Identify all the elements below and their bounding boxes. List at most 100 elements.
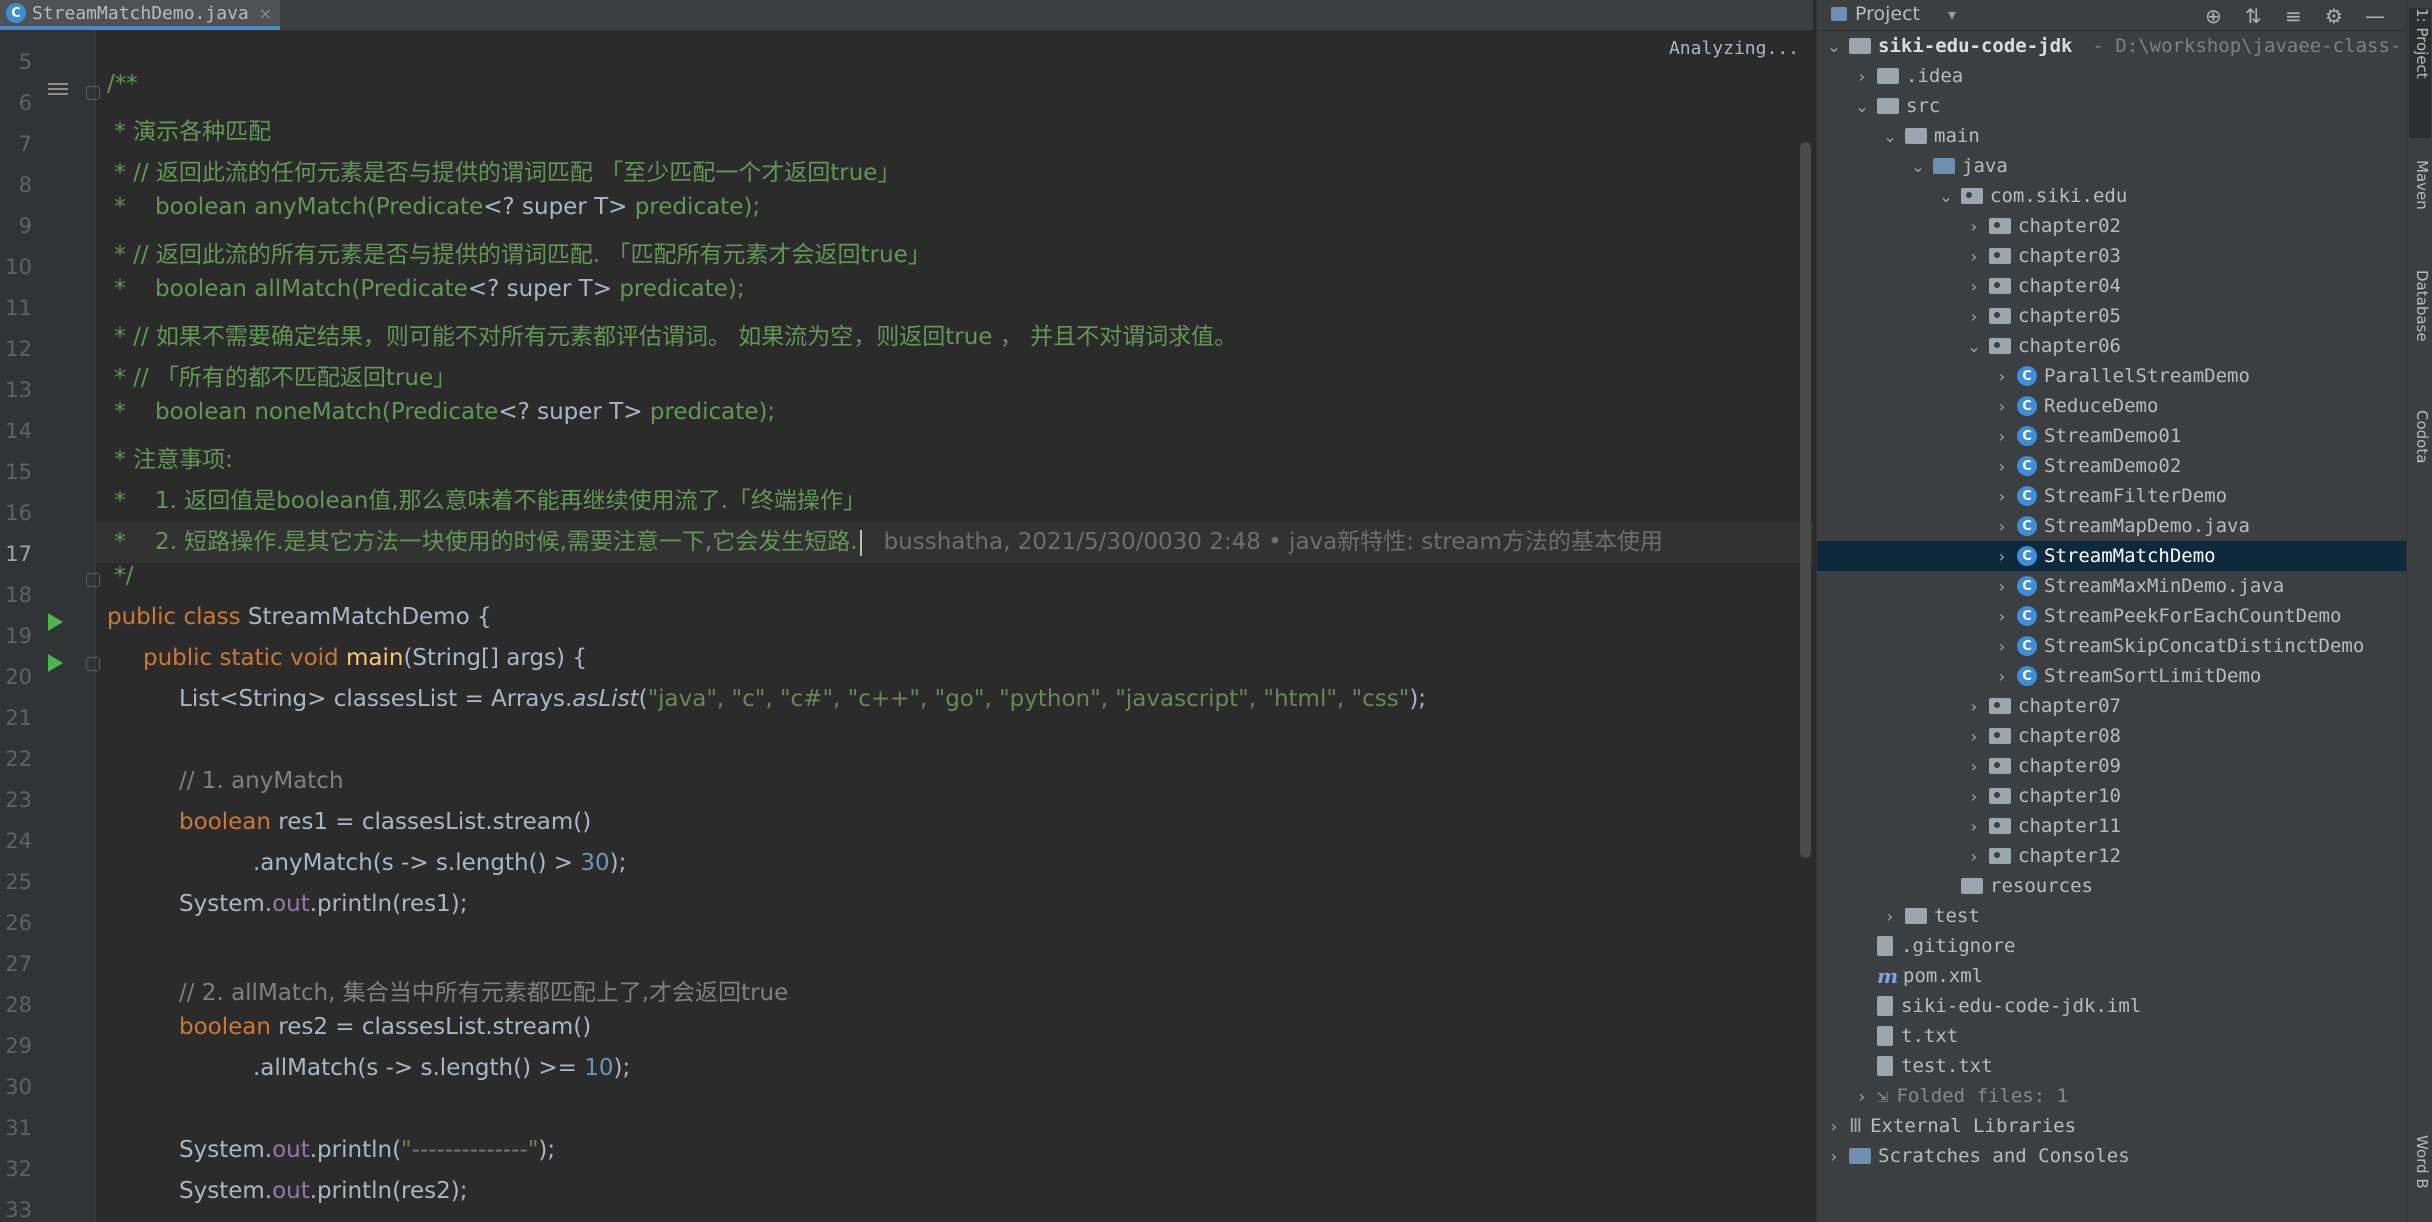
java-class-icon: C <box>2017 636 2037 656</box>
code-token: res1 = classesList.stream() <box>270 809 592 835</box>
tree-node-class[interactable]: › C StreamDemo02 <box>1993 451 2181 481</box>
chevron-right-icon: › <box>1830 1116 1838 1136</box>
tree-node-gitignore[interactable]: .gitignore <box>1853 931 2015 961</box>
expand-all-icon[interactable]: ⇅ <box>2245 4 2262 28</box>
code-token: ( <box>638 686 648 712</box>
file-icon <box>1877 996 1893 1016</box>
tree-node-scratches[interactable]: › Scratches and Consoles <box>1825 1141 2130 1171</box>
tool-tab-project[interactable]: 1: Project <box>2409 8 2431 138</box>
tree-node-pom[interactable]: m pom.xml <box>1853 961 1983 991</box>
tree-node-class[interactable]: › C StreamPeekForEachCountDemo <box>1993 601 2342 631</box>
tree-node-chapter[interactable]: ⌄ chapter06 <box>1965 331 2121 361</box>
tree-node-class[interactable]: › C StreamDemo01 <box>1993 421 2181 451</box>
tree-label: pom.xml <box>1903 965 1984 987</box>
tree-node-class[interactable]: › C StreamSkipConcatDistinctDemo <box>1993 631 2365 661</box>
tree-node-chapter[interactable]: › chapter09 <box>1965 751 2121 781</box>
chevron-right-icon: › <box>1970 756 1978 776</box>
code-token: (String[] args) { <box>403 645 587 671</box>
tree-node-chapter[interactable]: › chapter11 <box>1965 811 2121 841</box>
file-icon <box>1877 936 1893 956</box>
close-tab-icon[interactable]: × <box>259 4 272 23</box>
code-line: System.out.println(res2); <box>179 1178 467 1219</box>
tree-node-test[interactable]: › test <box>1881 901 1980 931</box>
tree-label: ReduceDemo <box>2044 395 2159 417</box>
project-view-selector[interactable]: Project ▾ <box>1831 3 1956 25</box>
tree-node-chapter[interactable]: › chapter02 <box>1965 211 2121 241</box>
tree-node-resources[interactable]: resources <box>1937 871 2093 901</box>
text-caret <box>859 529 862 556</box>
tree-node-class[interactable]: › C StreamFilterDemo <box>1993 481 2227 511</box>
tree-node-t-txt[interactable]: t.txt <box>1853 1021 1958 1051</box>
code-line: // 2. allMatch, 集合当中所有元素都匹配上了,才会返回true <box>179 980 789 1006</box>
tree-node-chapter[interactable]: › chapter03 <box>1965 241 2121 271</box>
code-token: boolean <box>179 1014 271 1040</box>
minimize-icon[interactable]: — <box>2365 4 2385 28</box>
chevron-right-icon: › <box>1830 1146 1838 1166</box>
chevron-right-icon: › <box>1998 366 2006 386</box>
tool-tab-word[interactable]: Word B <box>2409 1135 2431 1215</box>
tool-tab-maven[interactable]: Maven <box>2409 160 2431 240</box>
code-token: .println(res1); <box>309 891 468 917</box>
tree-node-iml[interactable]: siki-edu-code-jdk.iml <box>1853 991 2141 1021</box>
text-file-icon <box>1877 1056 1893 1076</box>
code-line: */ <box>107 563 134 589</box>
tool-tab-codota[interactable]: Codota <box>2409 410 2431 500</box>
tree-node-chapter[interactable]: › chapter08 <box>1965 721 2121 751</box>
tree-node-folded[interactable]: › ⇲ Folded files: 1 <box>1853 1081 2068 1111</box>
tree-node-class[interactable]: › C StreamMaxMinDemo.java <box>1993 571 2284 601</box>
tree-node-package[interactable]: ⌄ com.siki.edu <box>1937 181 2127 211</box>
tree-label: StreamDemo01 <box>2044 425 2182 447</box>
tree-label: StreamSkipConcatDistinctDemo <box>2044 635 2365 657</box>
tree-node-class[interactable]: › C StreamMapDemo.java <box>1993 511 2250 541</box>
tree-node-class[interactable]: › C StreamSortLimitDemo <box>1993 661 2262 691</box>
tree-node-chapter[interactable]: › chapter07 <box>1965 691 2121 721</box>
vertical-scrollbar[interactable] <box>1800 142 1811 858</box>
tab-label: StreamMatchDemo.java <box>32 2 249 24</box>
git-blame-annotation: busshatha, 2021/5/30/0030 2:48 • java新特性… <box>883 529 1663 555</box>
tree-label: chapter08 <box>2018 725 2121 747</box>
tree-node-main[interactable]: ⌄ main <box>1881 121 1979 151</box>
tree-node-java[interactable]: ⌄ java <box>1909 151 2007 181</box>
tree-node-external-libraries[interactable]: › Ⅲ External Libraries <box>1825 1111 2076 1141</box>
tree-node-class[interactable]: › C ReduceDemo <box>1993 391 2159 421</box>
package-icon <box>1989 218 2011 234</box>
java-class-icon: C <box>2017 666 2037 686</box>
tree-node-chapter[interactable]: › chapter04 <box>1965 271 2121 301</box>
project-tool-window[interactable]: Project ▾ ⊕ ⇅ ≡ ⚙ — ⌄ siki-edu-code-jdk - … <box>1816 0 2407 1222</box>
tab-stream-match-demo[interactable]: C StreamMatchDemo.java × <box>0 0 280 30</box>
chevron-right-icon: › <box>1858 1086 1866 1106</box>
code-area[interactable]: /** * 演示各种匹配 * // 返回此流的任何元素是否与提供的谓词匹配 「至… <box>0 30 1813 1222</box>
code-editor[interactable]: C StreamMatchDemo.java × 5 6 7 8 9 10 11… <box>0 0 1813 1222</box>
package-icon <box>1989 698 2011 714</box>
tree-node-root[interactable]: ⌄ siki-edu-code-jdk - D:\workshop\javaee-c… <box>1825 31 2401 61</box>
locate-file-icon[interactable]: ⊕ <box>2205 4 2222 28</box>
tree-node-src[interactable]: ⌄ src <box>1853 91 1940 121</box>
tree-node-class[interactable]: › C ParallelStreamDemo <box>1993 361 2250 391</box>
tree-node-idea[interactable]: › .idea <box>1853 61 1963 91</box>
code-token: out <box>272 1137 310 1163</box>
project-path: - D:\workshop\javaee-class- <box>2092 35 2402 57</box>
editor-tab-bar: C StreamMatchDemo.java × <box>0 0 1813 31</box>
tree-node-test-txt[interactable]: test.txt <box>1853 1051 1993 1081</box>
code-token: "--------------" <box>401 1137 539 1163</box>
settings-gear-icon[interactable]: ⚙ <box>2325 4 2343 28</box>
chevron-down-icon: ⌄ <box>1939 186 1953 206</box>
code-token: System. <box>179 1137 273 1163</box>
tool-tab-database[interactable]: Database <box>2409 270 2431 380</box>
code-line: .anyMatch(s -> s.length() > 30); <box>253 850 626 891</box>
code-line: * // 返回此流的任何元素是否与提供的谓词匹配 「至少匹配一个才返回true」 <box>107 160 901 186</box>
resources-folder-icon <box>1961 878 1983 894</box>
chevron-right-icon: › <box>1970 276 1978 296</box>
code-token: StreamMatchDemo { <box>240 604 492 630</box>
package-icon <box>1961 188 1983 204</box>
collapse-all-icon[interactable]: ≡ <box>2285 4 2302 28</box>
tree-node-chapter[interactable]: › chapter10 <box>1965 781 2121 811</box>
code-token: 10 <box>584 1055 614 1081</box>
tree-node-class-selected[interactable]: › C StreamMatchDemo <box>1817 541 2407 571</box>
code-token: main <box>338 645 404 671</box>
chevron-right-icon: › <box>1998 546 2006 566</box>
code-token: ); <box>1409 686 1427 712</box>
tree-node-chapter[interactable]: › chapter05 <box>1965 301 2121 331</box>
tree-label: chapter09 <box>2018 755 2121 777</box>
tree-node-chapter[interactable]: › chapter12 <box>1965 841 2121 871</box>
